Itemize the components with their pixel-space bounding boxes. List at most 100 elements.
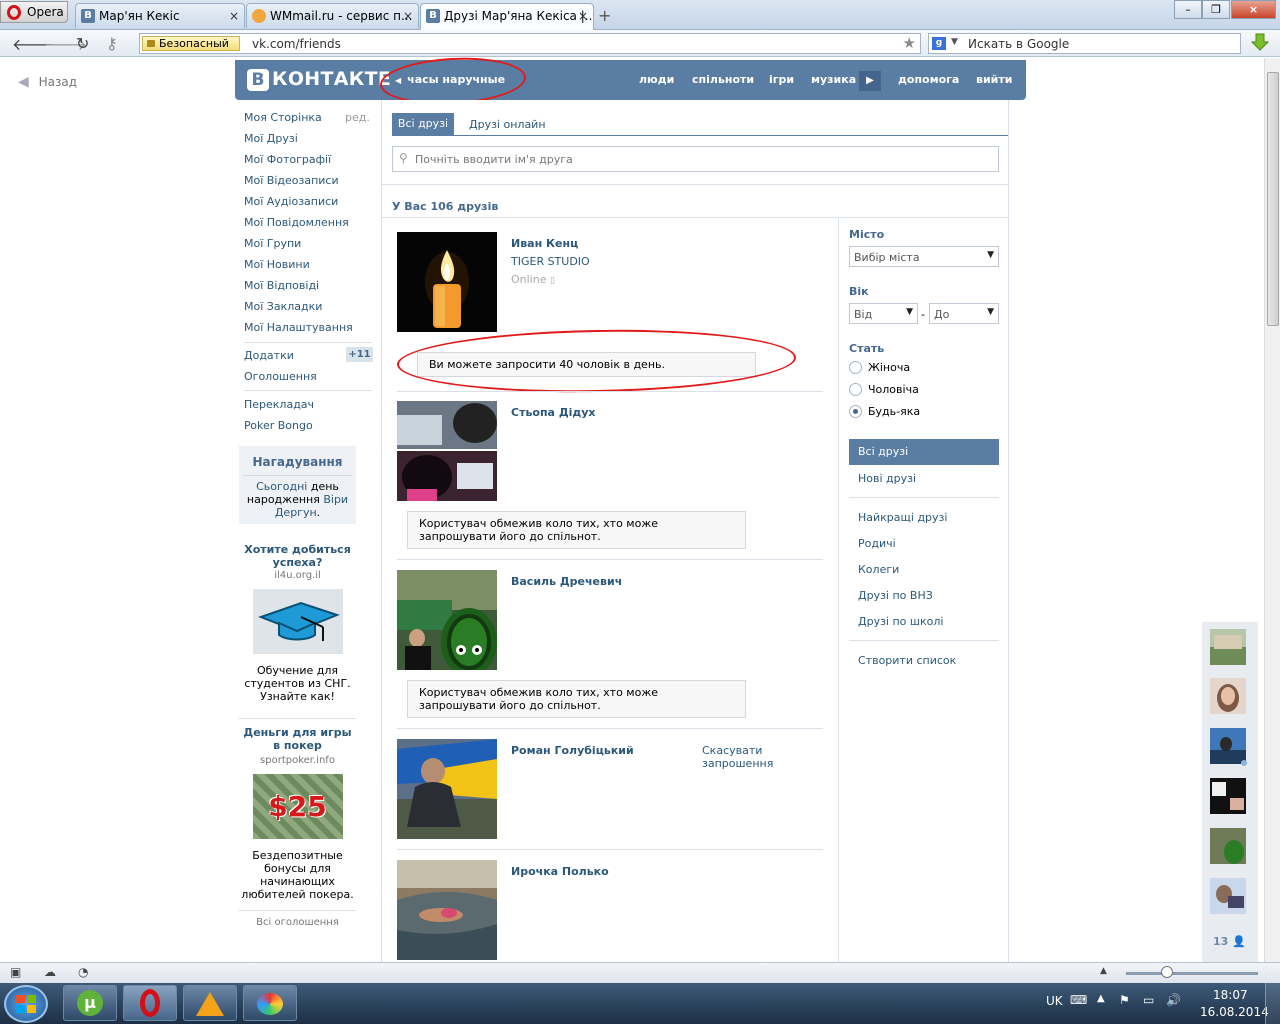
menu-friends[interactable]: Мої Друзі (244, 132, 298, 145)
friend-avatar[interactable] (397, 860, 497, 960)
menu-settings[interactable]: Мої Налаштування (244, 321, 353, 334)
friend-name[interactable]: Иван Кенц (511, 237, 578, 250)
view-icon[interactable]: ▲ (1100, 966, 1107, 976)
chat-avatar[interactable] (1210, 629, 1246, 665)
radio-any[interactable] (849, 405, 862, 418)
browser-tab[interactable]: WMmail.ru - сервис п... × (246, 3, 419, 28)
friend-search-input[interactable]: ⚲ Почніть вводити ім'я друга (392, 146, 999, 172)
menu-translator[interactable]: Перекладач (244, 398, 314, 411)
menu-audio[interactable]: Мої Аудіозаписи (244, 195, 338, 208)
menu-messages[interactable]: Мої Повідомлення (244, 216, 349, 229)
tab-friends-online[interactable]: Друзі онлайн (469, 118, 546, 131)
ad-block[interactable]: Деньги для игры в покер sportpoker.info … (239, 726, 356, 901)
ad-image-25[interactable]: $25 (252, 774, 343, 839)
age-from-select[interactable]: Від ▼ (849, 303, 918, 324)
maximize-button[interactable]: ❐ (1202, 0, 1230, 19)
radio-female[interactable] (849, 361, 862, 374)
zoom-slider-track[interactable] (1126, 972, 1258, 975)
opera-taskbar-icon[interactable] (123, 985, 177, 1021)
menu-bookmarks[interactable]: Мої Закладки (244, 300, 322, 313)
friend-name[interactable]: Ирочка Полько (511, 865, 609, 878)
reminder-today-link[interactable]: Сьогодні (256, 480, 307, 493)
utorrent-taskbar-icon[interactable]: μ (63, 985, 117, 1021)
scrollbar-thumb[interactable] (1267, 72, 1279, 326)
city-select[interactable]: Вибір міста ▼ (849, 246, 999, 267)
volume-icon[interactable]: 🔊 (1166, 993, 1181, 1007)
chat-avatar[interactable] (1210, 778, 1246, 814)
radio-any-label[interactable]: Будь-яка (868, 405, 920, 418)
age-to-select[interactable]: До ▼ (929, 303, 999, 324)
tab-all-friends[interactable]: Всі друзі (392, 113, 454, 136)
reminder-person-link[interactable]: Дергун (275, 506, 317, 519)
security-badge[interactable]: Безопасный (142, 36, 240, 51)
action-center-flag-icon[interactable]: ⚑ (1119, 993, 1130, 1007)
back-link[interactable]: ◀ Назад (18, 74, 77, 90)
chat-avatar[interactable] (1210, 878, 1246, 914)
tray-expand-icon[interactable]: ▲ (1097, 993, 1105, 1004)
vk-logo-text[interactable]: КОНТАКТЕ (272, 68, 391, 90)
close-tab-icon[interactable]: × (403, 9, 413, 23)
new-tab-button[interactable]: + (598, 6, 611, 25)
menu-ads[interactable]: Оголошення (244, 370, 317, 383)
opera-menu-button[interactable]: Opera (0, 1, 68, 23)
browser-tab[interactable]: B Мар'ян Кекіс × (75, 3, 245, 28)
network-icon[interactable]: ▭ (1143, 993, 1154, 1007)
menu-groups[interactable]: Мої Групи (244, 237, 301, 250)
friend-avatar[interactable] (397, 232, 497, 332)
rmenu-university-friends[interactable]: Друзі по ВНЗ (858, 589, 933, 602)
panel-toggle-icon[interactable]: ▣ (10, 965, 21, 979)
page-scrollbar[interactable] (1264, 58, 1280, 962)
menu-poker-bongo[interactable]: Poker Bongo (244, 419, 313, 432)
nav-logout[interactable]: вийти (976, 73, 1012, 86)
speed-dial-icon[interactable]: ◔ (78, 965, 88, 979)
rmenu-relatives[interactable]: Родичі (858, 537, 896, 550)
chat-online-count[interactable]: 13 👤 (1213, 935, 1246, 948)
graduation-cap-icon[interactable] (252, 589, 343, 654)
rmenu-colleagues[interactable]: Колеги (858, 563, 899, 576)
all-ads-link[interactable]: Всі оголошення (239, 917, 356, 928)
nav-games[interactable]: ігри (769, 73, 794, 86)
radio-male[interactable] (849, 383, 862, 396)
edit-link[interactable]: ред. (345, 111, 370, 124)
zoom-slider-thumb[interactable] (1161, 966, 1173, 978)
menu-my-page[interactable]: Моя Сторінка (244, 111, 322, 124)
nav-people[interactable]: люди (639, 73, 674, 86)
friend-company[interactable]: TIGER STUDIO (511, 255, 590, 268)
rmenu-all-friends[interactable]: Всі друзі (849, 439, 999, 465)
windows-start-button[interactable] (4, 985, 48, 1023)
menu-photos[interactable]: Мої Фотографії (244, 153, 331, 166)
address-field[interactable]: Безопасный vk.com/friends ★ (139, 33, 921, 54)
minimize-button[interactable]: – (1174, 0, 1202, 19)
play-icon[interactable]: ▶ (859, 71, 881, 91)
chat-avatar[interactable] (1210, 728, 1246, 764)
friend-name[interactable]: Стьопа Дідух (511, 406, 596, 419)
reload-icon[interactable]: ↻ (76, 34, 89, 53)
rmenu-new-friends[interactable]: Нові друзі (858, 472, 916, 485)
menu-news[interactable]: Мої Новини (244, 258, 310, 271)
paint-taskbar-icon[interactable] (243, 985, 297, 1021)
search-field[interactable]: g ▼ Искать в Google (928, 33, 1241, 54)
show-desktop-button[interactable] (1265, 983, 1280, 1024)
friend-avatar[interactable] (397, 739, 497, 839)
radio-female-label[interactable]: Жіноча (868, 361, 910, 374)
chat-avatar[interactable] (1210, 678, 1246, 714)
rmenu-school-friends[interactable]: Друзі по школі (858, 615, 943, 628)
friend-avatar[interactable] (397, 401, 497, 501)
close-window-button[interactable]: × (1231, 0, 1276, 19)
ad-title[interactable]: Деньги для игры в покер (239, 726, 356, 752)
language-indicator[interactable]: UK (1046, 994, 1063, 1008)
vk-logo-icon[interactable]: В (247, 69, 269, 91)
chat-avatar[interactable] (1210, 828, 1246, 864)
rmenu-create-list[interactable]: Створити список (858, 654, 956, 667)
clock-time[interactable]: 18:07 (1213, 988, 1248, 1002)
key-icon[interactable]: ⚷ (106, 34, 118, 53)
google-icon[interactable]: g (932, 37, 946, 50)
keyboard-icon[interactable]: ⌨ (1070, 993, 1087, 1007)
nav-communities[interactable]: спільноти (692, 73, 754, 86)
close-tab-icon[interactable]: × (578, 9, 588, 23)
friend-name[interactable]: Роман Голубіцький (511, 744, 634, 757)
menu-videos[interactable]: Мої Відеозаписи (244, 174, 339, 187)
menu-apps[interactable]: Додатки (244, 349, 294, 362)
friend-name[interactable]: Василь Дречевич (511, 575, 622, 588)
browser-tab-active[interactable]: B Друзі Мар'яна Кекіса |... × (420, 3, 594, 30)
